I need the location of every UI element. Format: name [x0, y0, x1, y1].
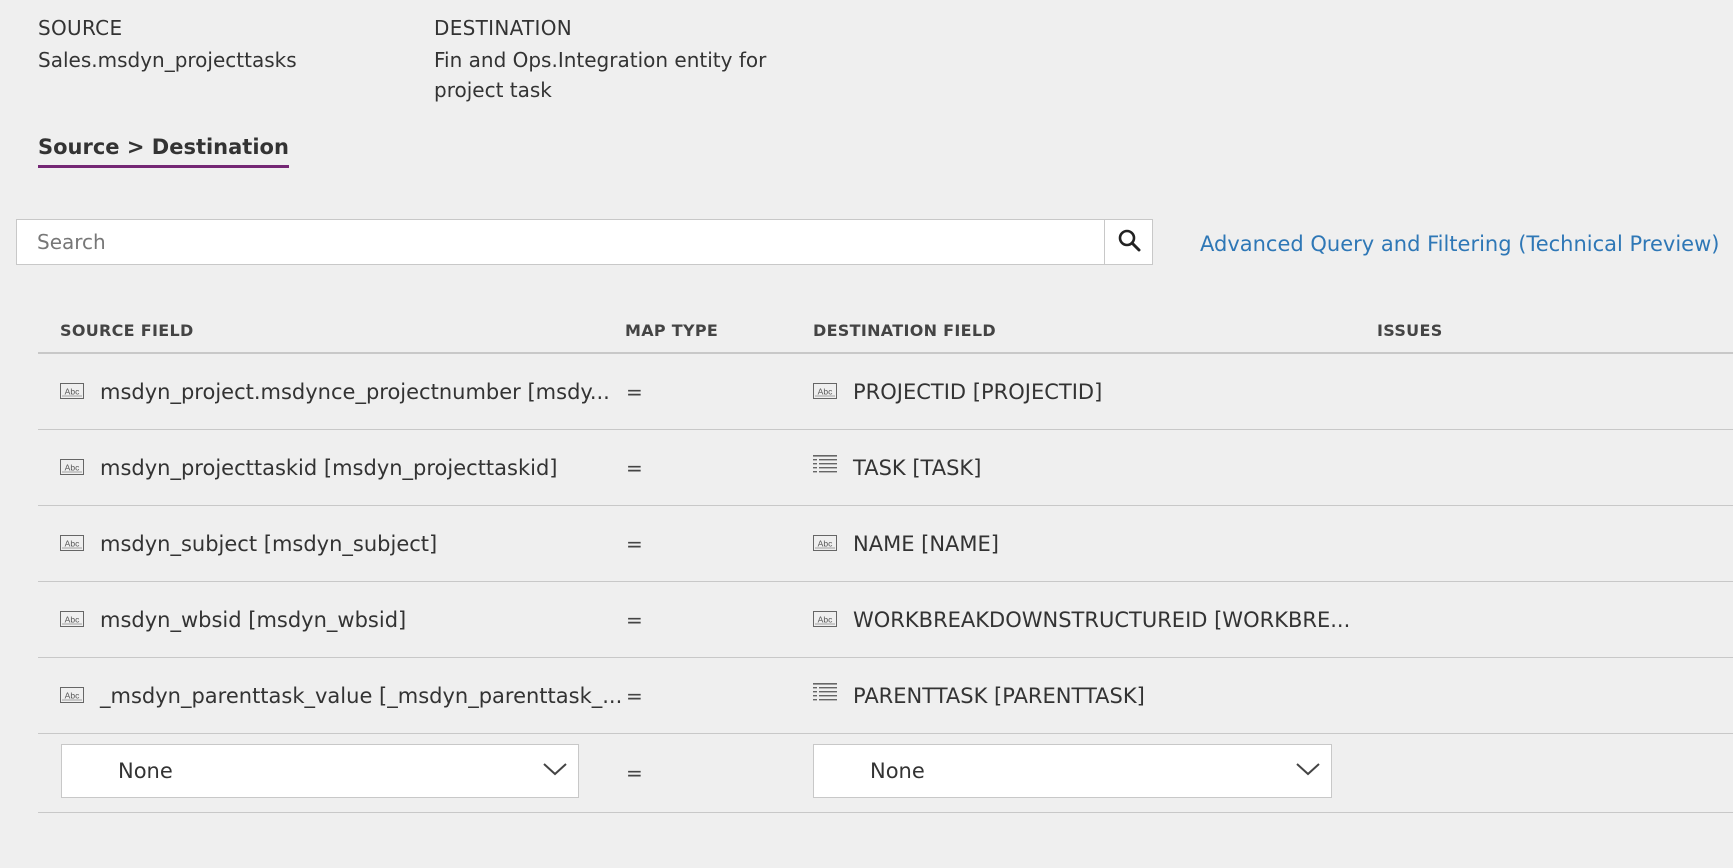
source-field-cell[interactable]: Abc msdyn_subject [msdyn_subject] — [60, 506, 437, 581]
source-field-name: msdyn_project.msdynce_projectnumber [msd… — [100, 379, 610, 404]
destination-field-name: TASK [TASK] — [853, 455, 982, 480]
source-entity: Sales.msdyn_projecttasks — [38, 48, 297, 72]
search-box — [16, 219, 1153, 265]
mapping-grid-header: SOURCE FIELD MAP TYPE DESTINATION FIELD … — [38, 321, 1733, 354]
source-field-cell[interactable]: Abc msdyn_projecttaskid [msdyn_projectta… — [60, 430, 558, 505]
table-row[interactable]: Abc msdyn_project.msdynce_projectnumber … — [38, 354, 1733, 430]
text-field-icon: Abc — [60, 684, 84, 708]
destination-field-dropdown[interactable]: None — [813, 744, 1332, 798]
map-type[interactable]: = — [626, 734, 643, 812]
source-field-name: msdyn_wbsid [msdyn_wbsid] — [100, 607, 407, 632]
table-row[interactable]: Abc msdyn_wbsid [msdyn_wbsid] = Abc WORK… — [38, 582, 1733, 658]
text-field-icon: Abc — [60, 456, 84, 480]
svg-text:Abc: Abc — [65, 386, 80, 396]
text-field-icon: Abc — [60, 380, 84, 404]
source-field-dropdown[interactable]: None — [61, 744, 579, 798]
text-field-icon: Abc — [60, 608, 84, 632]
advanced-query-link[interactable]: Advanced Query and Filtering (Technical … — [1200, 232, 1719, 256]
search-button[interactable] — [1104, 220, 1152, 264]
list-field-icon — [813, 683, 837, 708]
column-header-map-type[interactable]: MAP TYPE — [625, 321, 718, 340]
source-field-dropdown-value: None — [118, 759, 173, 783]
column-header-source-field[interactable]: SOURCE FIELD — [60, 321, 194, 340]
source-field-name: _msdyn_parenttask_value [_msdyn_parentta… — [100, 683, 623, 708]
destination-entity-line1: Fin and Ops.Integration entity for — [434, 48, 767, 72]
destination-field-cell[interactable]: Abc PROJECTID [PROJECTID] — [813, 354, 1102, 429]
source-field-cell[interactable]: Abc msdyn_wbsid [msdyn_wbsid] — [60, 582, 406, 657]
svg-text:Abc: Abc — [65, 614, 80, 624]
column-header-destination-field[interactable]: DESTINATION FIELD — [813, 321, 996, 340]
destination-field-cell[interactable]: PARENTTASK [PARENTTASK] — [813, 658, 1145, 733]
map-type[interactable]: = — [626, 658, 643, 733]
source-label: SOURCE — [38, 16, 123, 40]
map-type[interactable]: = — [626, 582, 643, 657]
svg-text:Abc: Abc — [818, 538, 833, 548]
source-field-cell[interactable]: Abc _msdyn_parenttask_value [_msdyn_pare… — [60, 658, 622, 733]
source-field-cell[interactable]: Abc msdyn_project.msdynce_projectnumber … — [60, 354, 610, 429]
table-row[interactable]: Abc _msdyn_parenttask_value [_msdyn_pare… — [38, 658, 1733, 734]
destination-field-cell[interactable]: TASK [TASK] — [813, 430, 981, 505]
search-icon — [1117, 228, 1141, 256]
svg-text:Abc: Abc — [65, 690, 80, 700]
svg-text:Abc: Abc — [818, 386, 833, 396]
svg-text:Abc: Abc — [65, 538, 80, 548]
table-row[interactable]: Abc msdyn_subject [msdyn_subject] = Abc … — [38, 506, 1733, 582]
destination-entity-line2: project task — [434, 78, 552, 102]
map-type[interactable]: = — [626, 506, 643, 581]
search-input[interactable] — [17, 220, 1107, 264]
list-field-icon — [813, 455, 837, 480]
map-type[interactable]: = — [626, 354, 643, 429]
destination-label: DESTINATION — [434, 16, 573, 40]
text-field-icon: Abc — [813, 380, 837, 404]
svg-text:Abc: Abc — [65, 462, 80, 472]
source-field-name: msdyn_subject [msdyn_subject] — [100, 531, 438, 556]
destination-field-cell[interactable]: Abc WORKBREAKDOWNSTRUCTUREID [WORKBRE... — [813, 582, 1350, 657]
source-field-name: msdyn_projecttaskid [msdyn_projecttaskid… — [100, 455, 558, 480]
new-mapping-row: None = None — [38, 734, 1733, 813]
destination-field-cell[interactable]: Abc NAME [NAME] — [813, 506, 999, 581]
destination-field-name: PARENTTASK [PARENTTASK] — [853, 683, 1145, 708]
text-field-icon: Abc — [60, 532, 84, 556]
svg-text:Abc: Abc — [818, 614, 833, 624]
map-type[interactable]: = — [626, 430, 643, 505]
chevron-down-icon — [542, 761, 568, 781]
table-row[interactable]: Abc msdyn_projecttaskid [msdyn_projectta… — [38, 430, 1733, 506]
destination-field-name: PROJECTID [PROJECTID] — [853, 379, 1103, 404]
destination-field-name: NAME [NAME] — [853, 531, 999, 556]
chevron-down-icon — [1295, 761, 1321, 781]
destination-field-dropdown-value: None — [870, 759, 925, 783]
text-field-icon: Abc — [813, 532, 837, 556]
destination-entity: Fin and Ops.Integration entity for proje… — [434, 45, 766, 105]
tab-source-destination[interactable]: Source > Destination — [38, 135, 289, 168]
text-field-icon: Abc — [813, 608, 837, 632]
column-header-issues[interactable]: ISSUES — [1377, 321, 1443, 340]
destination-field-name: WORKBREAKDOWNSTRUCTUREID [WORKBRE... — [853, 607, 1351, 632]
